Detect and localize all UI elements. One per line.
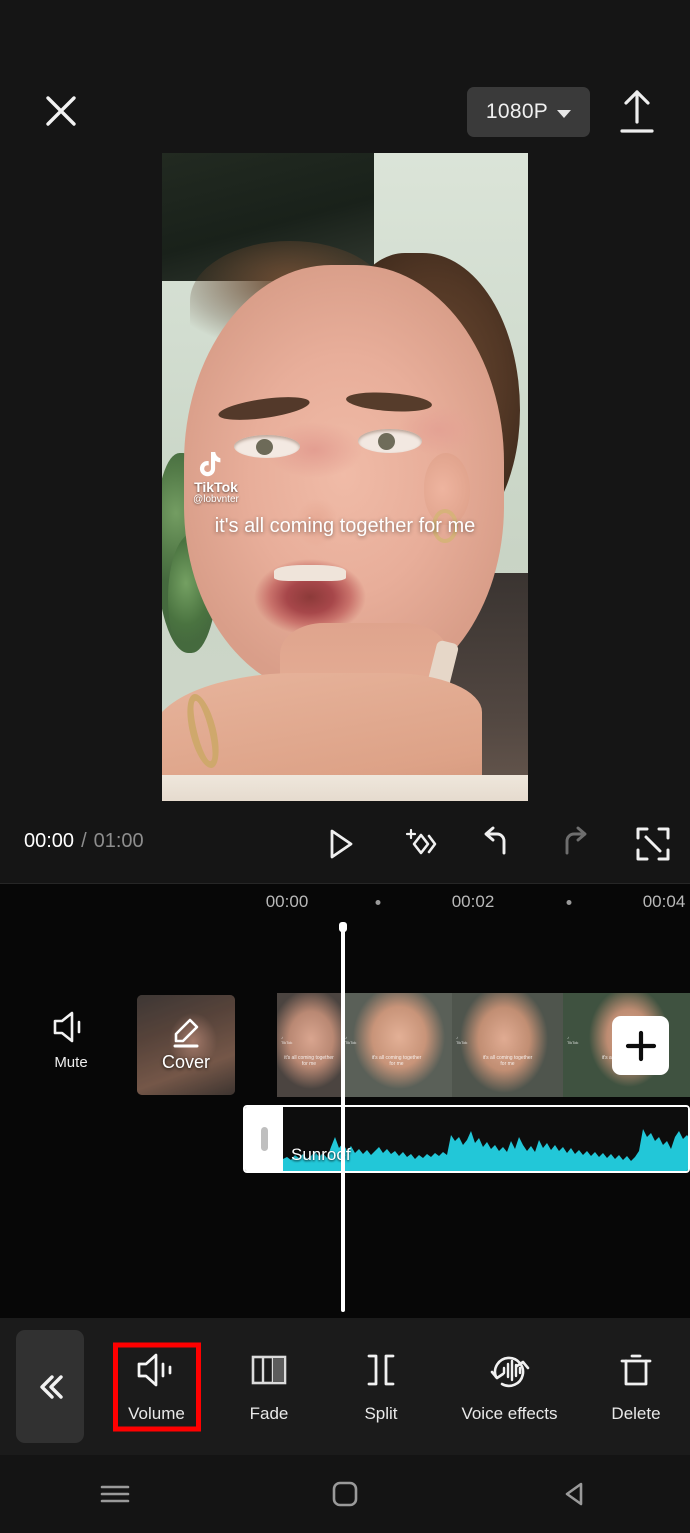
capcut-editor-screen: 1080P TikTok @lobvnter it's all coming t… (0, 0, 690, 1533)
add-clip-button[interactable] (612, 1016, 669, 1075)
volume-label: Volume (128, 1404, 185, 1423)
thumb-watermark: ♪ TikTok (567, 1035, 579, 1045)
thumb-watermark: ♪ TikTok (456, 1035, 468, 1045)
volume-tool[interactable]: Volume (100, 1335, 213, 1439)
delete-label: Delete (611, 1404, 661, 1423)
export-upload-icon[interactable] (612, 86, 662, 138)
close-icon[interactable] (36, 86, 86, 136)
mute-label: Mute (54, 1054, 88, 1071)
ruler-tick: 00:00 (265, 892, 309, 911)
split-tool[interactable]: Split (325, 1335, 437, 1439)
chevron-double-left-icon (40, 1374, 63, 1399)
ruler-dot-marker (375, 900, 381, 905)
fade-label: Fade (249, 1404, 289, 1423)
split-icon (360, 1349, 402, 1391)
ruler-tick: 00:02 (451, 892, 495, 911)
tiktok-brand-label: TikTok (194, 479, 238, 495)
cover-overlay: Cover (137, 995, 235, 1095)
ruler-tick: 00:04 (642, 892, 686, 911)
fade-tool[interactable]: Fade (213, 1335, 325, 1439)
trim-handle-icon[interactable] (245, 1107, 283, 1171)
video-clip-thumbnail[interactable]: ♪TikTok it's all coming togetherfor me (277, 993, 341, 1097)
playhead[interactable] (339, 922, 347, 1312)
collapse-toolbar-button[interactable] (16, 1330, 84, 1443)
player-control-bar: 00:00 / 01:00 (0, 818, 690, 870)
audio-clip-sunroof[interactable]: Sunroof (243, 1105, 690, 1173)
video-preview[interactable]: TikTok @lobvnter it's all coming togethe… (162, 153, 528, 801)
timeline-ruler[interactable]: 00:00 00:02 00:04 (0, 884, 690, 926)
video-caption-text: it's all coming together for me (214, 515, 476, 537)
chevron-down-icon (557, 109, 572, 118)
speaker-mute-icon (53, 1011, 81, 1043)
thumb-caption: it's all coming togetherfor me (371, 1055, 422, 1067)
split-label: Split (364, 1404, 398, 1423)
time-separator: / (81, 830, 87, 852)
video-clip-thumbnail[interactable]: ♪TikTok it's all coming togetherfor me (341, 993, 452, 1097)
timeline-section[interactable]: 00:00 00:02 00:04 (0, 883, 690, 1318)
playback-controls (316, 818, 676, 870)
voice-effects-label: Voice effects (461, 1404, 558, 1423)
video-clip-thumbnail[interactable]: ♪TikTok it's all coming togetherfor me (452, 993, 563, 1097)
tiktok-handle-label: @lobvnter (193, 494, 239, 505)
add-keyframe-icon[interactable] (395, 821, 441, 867)
voice-effects-tool[interactable]: Voice effects (437, 1335, 582, 1439)
play-button[interactable] (316, 821, 362, 867)
plus-icon (625, 1030, 656, 1061)
playhead-knob (339, 922, 347, 932)
fade-icon (248, 1349, 290, 1391)
time-display: 00:00 / 01:00 (24, 830, 144, 853)
tiktok-note-icon (199, 452, 221, 477)
ruler-dot-marker (566, 900, 572, 905)
home-button[interactable] (313, 1466, 377, 1522)
delete-tool[interactable]: Delete (582, 1335, 690, 1439)
preview-teeth (274, 565, 346, 581)
back-button[interactable] (543, 1466, 607, 1522)
total-time-label: 01:00 (93, 830, 144, 852)
cover-button[interactable]: Cover (137, 995, 235, 1095)
thumb-caption: it's all coming togetherfor me (482, 1055, 533, 1067)
thumb-watermark: ♪ TikTok (345, 1035, 357, 1045)
tiktok-watermark: TikTok @lobvnter (174, 449, 258, 507)
voice-effects-icon (488, 1349, 532, 1391)
preview-eye-right (358, 429, 422, 453)
current-time-label: 00:00 (24, 830, 75, 852)
cover-label: Cover (161, 1052, 210, 1072)
thumb-watermark: ♪ TikTok (281, 1035, 293, 1045)
resolution-label: 1080P (485, 100, 549, 123)
preview-section: 1080P TikTok @lobvnter it's all coming t… (0, 0, 690, 883)
resolution-selector[interactable]: 1080P (467, 87, 590, 137)
undo-button[interactable] (473, 821, 519, 867)
expand-fullscreen-icon[interactable] (630, 821, 676, 867)
square-home-icon (332, 1481, 358, 1507)
recents-button[interactable] (83, 1466, 147, 1522)
top-bar: 1080P (0, 0, 690, 152)
redo-button[interactable] (552, 821, 598, 867)
preview-bed (162, 775, 528, 801)
hamburger-recents-icon (100, 1485, 130, 1503)
android-nav-bar (0, 1455, 690, 1533)
volume-icon (135, 1349, 179, 1391)
thumb-caption: it's all coming togetherfor me (284, 1055, 334, 1067)
trash-delete-icon (616, 1349, 656, 1391)
tool-list: Volume Fade Split Voice effects Delete (100, 1318, 690, 1455)
mute-button[interactable]: Mute (40, 1010, 102, 1082)
triangle-back-icon (565, 1482, 583, 1506)
pencil-edit-icon (173, 1018, 199, 1048)
